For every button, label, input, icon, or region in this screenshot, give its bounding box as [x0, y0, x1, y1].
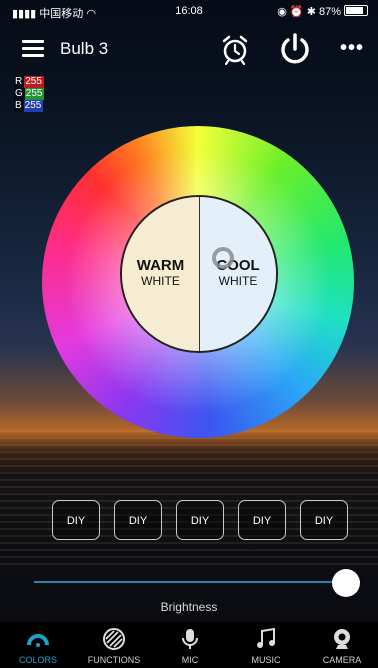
tab-camera[interactable]: CAMERA: [304, 622, 378, 668]
app-header: Bulb 3 •••: [0, 26, 378, 72]
power-button[interactable]: [276, 30, 314, 68]
alarm-clock-icon[interactable]: [218, 32, 252, 66]
tab-colors-label: COLORS: [18, 655, 57, 665]
alarm-status-icon: ⏰: [289, 6, 304, 18]
tab-functions[interactable]: FUNCTIONS: [76, 622, 152, 668]
blue-channel-label: B: [14, 100, 24, 112]
warm-white-button[interactable]: WARM WHITE: [122, 197, 200, 351]
tab-camera-label: CAMERA: [322, 655, 362, 665]
green-value: 255: [24, 88, 45, 100]
rgb-green-row: G 255: [14, 88, 45, 100]
brightness-label: Brightness: [160, 600, 218, 614]
diy-button-4[interactable]: DIY: [238, 500, 286, 540]
bluetooth-icon: ✱: [306, 6, 316, 18]
mic-icon: [182, 629, 198, 649]
rgb-red-row: R 255: [14, 76, 44, 88]
music-icon: [257, 627, 275, 648]
menu-icon[interactable]: [22, 40, 44, 58]
diy-button-5[interactable]: DIY: [300, 500, 348, 540]
tab-colors[interactable]: COLORS: [0, 622, 76, 668]
colors-icon: [27, 634, 49, 647]
green-channel-label: G: [14, 88, 25, 100]
diy-button-2[interactable]: DIY: [114, 500, 162, 540]
battery-group: ◉ ⏰ ✱ 87%: [277, 5, 368, 18]
more-options-icon[interactable]: •••: [340, 38, 366, 58]
functions-icon: [103, 628, 125, 650]
tab-functions-label: FUNCTIONS: [87, 655, 141, 665]
brightness-slider-thumb[interactable]: [332, 569, 360, 597]
diy-button-3[interactable]: DIY: [176, 500, 224, 540]
blue-value: 255: [23, 100, 44, 112]
red-value: 255: [24, 76, 44, 88]
battery-icon: [344, 5, 368, 16]
diy-button-1[interactable]: DIY: [52, 500, 100, 540]
battery-percent: 87%: [318, 6, 341, 18]
lock-rotation-icon: ◉: [277, 6, 287, 18]
bottom-tab-bar: COLORS FUNCTIONS MIC MUSIC CAMERA: [0, 622, 378, 668]
device-title: Bulb 3: [60, 39, 109, 58]
warm-white-label: WHITE: [141, 274, 180, 288]
tab-mic-label: MIC: [181, 655, 199, 665]
cool-white-button[interactable]: COOL WHITE: [200, 197, 276, 351]
brightness-slider-track[interactable]: [34, 581, 346, 583]
tab-music-label: MUSIC: [251, 655, 281, 665]
color-selector-handle[interactable]: [212, 247, 234, 269]
rgb-readout: R 255 G 255 B 255: [14, 76, 45, 112]
cool-white-label: WHITE: [218, 274, 258, 288]
rgb-blue-row: B 255: [14, 100, 44, 112]
tab-mic[interactable]: MIC: [152, 622, 228, 668]
red-channel-label: R: [14, 76, 25, 88]
status-bar: ▮▮▮▮ 中国移动 ◠ 16:08 ◉ ⏰ ✱ 87%: [0, 0, 378, 22]
camera-icon: [334, 629, 350, 649]
white-picker: WARM WHITE COOL WHITE: [120, 195, 278, 353]
tab-music[interactable]: MUSIC: [228, 622, 304, 668]
warm-label: WARM: [136, 257, 185, 274]
